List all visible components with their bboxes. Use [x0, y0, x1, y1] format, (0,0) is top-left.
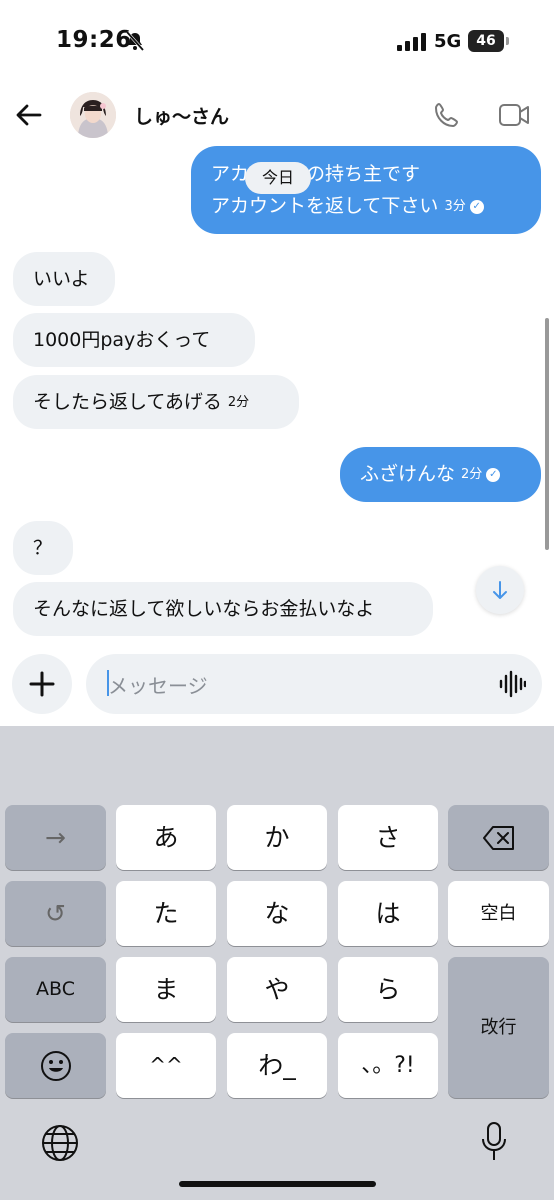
home-indicator[interactable]	[179, 1181, 376, 1187]
bell-muted-icon	[125, 31, 145, 51]
key-next[interactable]: →	[5, 805, 106, 870]
battery-level: 46	[468, 30, 504, 52]
message-time: 2分	[461, 466, 483, 482]
message-outgoing[interactable]: アカウントの持ち主です アカウントを返して下さい 3分 ✓	[191, 146, 541, 234]
key-ya[interactable]: や	[227, 957, 327, 1022]
key-label: 改行	[480, 1017, 517, 1038]
key-label: や	[264, 975, 290, 1004]
key-label: あ	[153, 823, 179, 852]
status-time: 19:26	[56, 27, 132, 53]
message-placeholder: メッセージ	[108, 674, 208, 698]
message-incoming[interactable]: いいよ	[13, 252, 115, 306]
network-type: 5G	[434, 31, 462, 52]
key-label: か	[264, 823, 290, 852]
contact-name[interactable]: しゅ〜さん	[134, 102, 229, 129]
key-label: は	[375, 899, 401, 928]
scrollbar[interactable]	[545, 318, 549, 550]
key-label: 、。?!	[361, 1053, 415, 1078]
key-punctuation[interactable]: 、。?!	[338, 1033, 438, 1098]
key-wa[interactable]: わ_	[227, 1033, 327, 1098]
status-bar: 19:26 5G 46	[0, 0, 554, 80]
message-text: そしたら返してあげる	[33, 391, 222, 413]
back-arrow-icon[interactable]	[14, 100, 44, 130]
text-caret	[107, 670, 109, 696]
key-label: わ_	[258, 1051, 296, 1080]
read-check-icon: ✓	[469, 199, 484, 214]
undo-key[interactable]: ↺	[5, 881, 106, 946]
message-incoming[interactable]: そしたら返してあげる 2分	[13, 375, 299, 429]
key-label: ↺	[45, 899, 66, 928]
key-ka[interactable]: か	[227, 805, 327, 870]
key-label: さ	[375, 823, 401, 852]
message-incoming[interactable]: ？	[13, 521, 73, 575]
return-key[interactable]: 改行	[448, 957, 549, 1098]
key-ha[interactable]: は	[338, 881, 438, 946]
avatar[interactable]	[70, 92, 116, 138]
battery-icon	[506, 37, 509, 45]
abc-key[interactable]: ABC	[5, 957, 106, 1022]
avatar-photo-icon	[70, 92, 116, 138]
phone-icon[interactable]	[432, 100, 462, 130]
delete-key[interactable]	[448, 805, 549, 870]
key-label: 空白	[480, 903, 517, 924]
key-ma[interactable]: ま	[116, 957, 216, 1022]
backspace-icon	[482, 826, 514, 850]
voice-waveform-icon[interactable]	[498, 670, 526, 698]
read-check-icon: ✓	[486, 467, 501, 482]
key-kaomoji[interactable]: ^^	[116, 1033, 216, 1098]
key-sa[interactable]: さ	[338, 805, 438, 870]
emoji-icon	[40, 1051, 71, 1081]
signal-icon	[397, 33, 426, 51]
message-line-row: アカウントを返して下さい 3分 ✓	[211, 190, 541, 223]
key-ra[interactable]: ら	[338, 957, 438, 1022]
message-text: いいよ	[33, 268, 90, 290]
screen: 19:26 5G 46 しゅ〜さん アカウントの持ち主です アカウントを返して下…	[0, 0, 554, 1200]
message-outgoing[interactable]: ふざけんな 2分 ✓	[340, 447, 541, 502]
arrow-down-icon	[493, 581, 507, 599]
key-label: ^^	[149, 1053, 183, 1077]
scroll-to-bottom-button[interactable]	[476, 566, 524, 614]
emoji-key[interactable]	[5, 1033, 106, 1098]
key-label: ら	[375, 975, 401, 1004]
key-na[interactable]: な	[227, 881, 327, 946]
key-label: ま	[153, 975, 179, 1004]
key-label: な	[264, 899, 290, 928]
microphone-icon[interactable]	[479, 1121, 509, 1163]
space-key[interactable]: 空白	[448, 881, 549, 946]
message-text: 1000円payおくって	[33, 329, 211, 351]
message-incoming[interactable]: そんなに返して欲しいならお金払いなよ	[13, 582, 433, 636]
date-divider: 今日	[245, 162, 311, 194]
message-incoming[interactable]: 1000円payおくって	[13, 313, 255, 367]
globe-icon[interactable]	[40, 1123, 80, 1163]
message-text: ？	[33, 537, 53, 559]
chat-header: しゅ〜さん	[0, 80, 554, 150]
message-text: そんなに返して欲しいならお金払いなよ	[33, 598, 375, 620]
add-attachment-button[interactable]	[12, 654, 72, 714]
message-input[interactable]: メッセージ	[86, 654, 542, 714]
video-call-icon[interactable]	[498, 102, 530, 128]
message-line: アカウントを返して下さい	[211, 195, 439, 217]
message-text: ふざけんな	[360, 463, 456, 485]
key-label: ABC	[36, 978, 75, 1000]
key-label: た	[153, 899, 179, 928]
key-ta[interactable]: た	[116, 881, 216, 946]
key-a[interactable]: あ	[116, 805, 216, 870]
key-label: →	[45, 823, 66, 852]
message-time: 2分	[227, 394, 250, 410]
message-time: 3分	[444, 198, 466, 214]
plus-icon	[29, 671, 55, 697]
